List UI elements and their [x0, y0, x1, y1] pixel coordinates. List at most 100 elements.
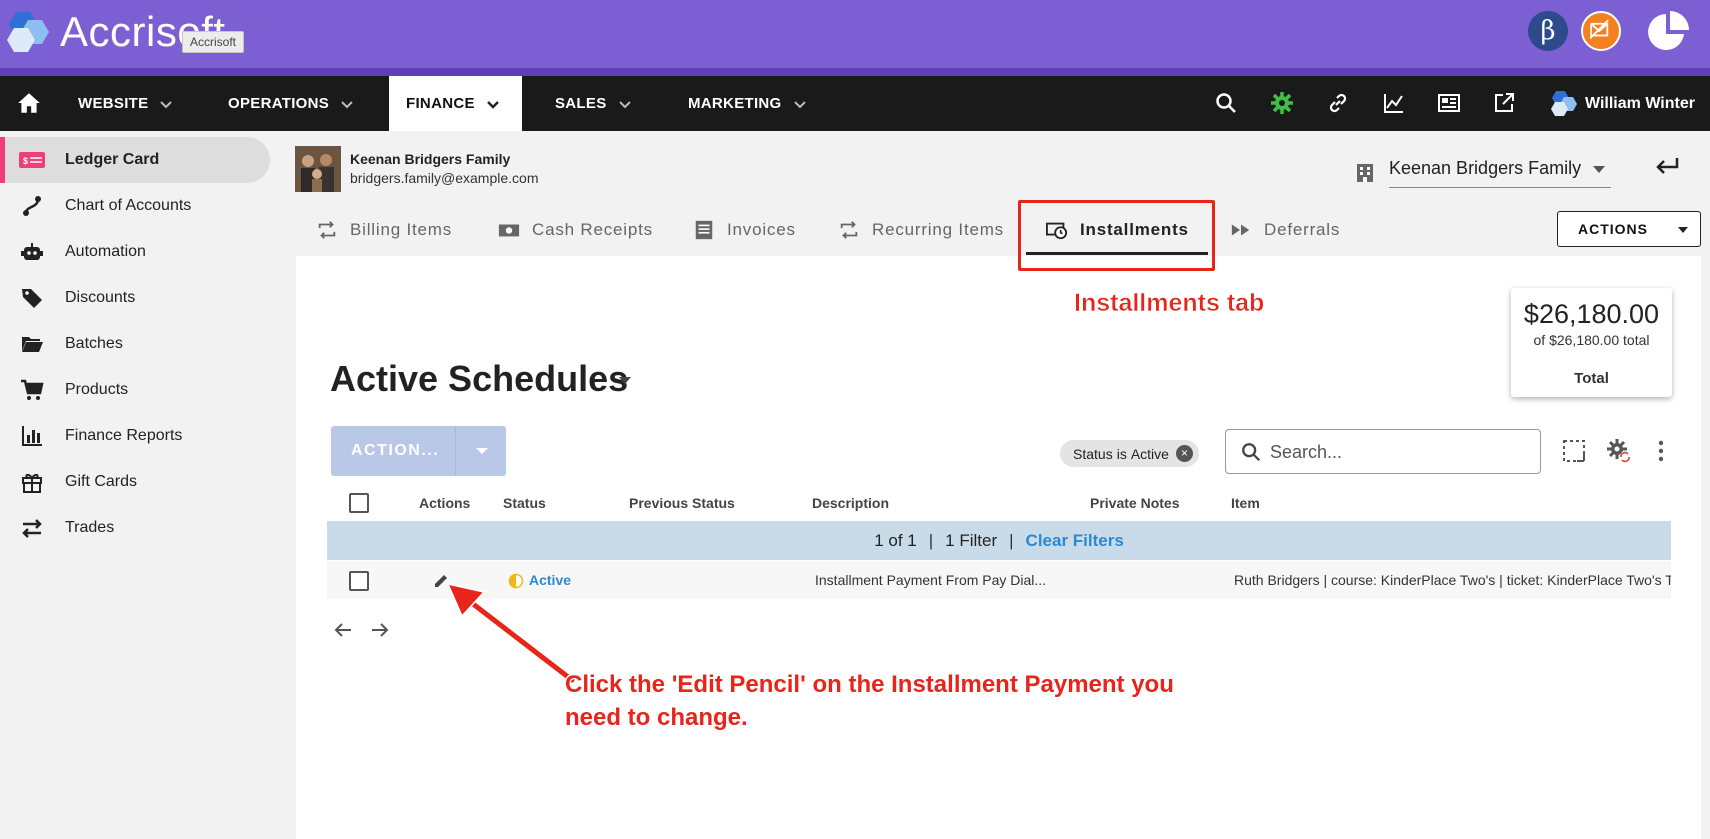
annotation-line-2: need to change. [565, 704, 748, 731]
total-sub: of $26,180.00 total [1533, 332, 1650, 348]
row-description: Installment Payment From Pay Dial... [815, 572, 1047, 588]
annotation-arrow-icon [446, 582, 576, 684]
nav-finance[interactable]: FINANCE [389, 76, 522, 131]
gear-icon[interactable] [1270, 91, 1294, 115]
chevron-down-icon [486, 100, 499, 109]
nav-sales[interactable]: SALES [555, 76, 633, 131]
cart-icon [18, 378, 46, 402]
newspaper-icon[interactable] [1437, 91, 1461, 115]
search-icon [1242, 443, 1261, 462]
status-filter-chip[interactable]: Status is Active × [1060, 440, 1199, 467]
building-icon [1357, 164, 1373, 182]
tab-label: Invoices [727, 220, 796, 239]
separator: | [928, 530, 934, 550]
nav-marketing-label: MARKETING [688, 95, 782, 112]
total-amount: $26,180.00 [1523, 299, 1660, 329]
installments-highlight-box [1018, 200, 1215, 271]
notifications-off-button[interactable] [1581, 11, 1621, 51]
actions-button-label: ACTIONS [1578, 221, 1648, 237]
sidebar-item-ledger-card[interactable]: $ Ledger Card [0, 137, 270, 183]
sidebar-item-batches[interactable]: Batches [0, 321, 270, 367]
arrow-left-icon[interactable] [331, 618, 355, 642]
sidebar-item-chart-of-accounts[interactable]: Chart of Accounts [0, 183, 270, 229]
analytics-icon[interactable] [1382, 91, 1406, 115]
cash-icon [498, 224, 520, 237]
account-email: bridgers.family@example.com [350, 170, 539, 186]
invoice-icon [695, 220, 713, 240]
col-previous-status[interactable]: Previous Status [629, 495, 735, 511]
main-nav: WEBSITE OPERATIONS FINANCE SALES MARKETI… [0, 76, 1710, 131]
sidebar-item-trades[interactable]: Trades [0, 505, 270, 551]
account-select[interactable]: Keenan Bridgers Family [1389, 158, 1611, 188]
col-status[interactable]: Status [503, 495, 546, 511]
sidebar-item-finance-reports[interactable]: Finance Reports [0, 413, 270, 459]
col-item[interactable]: Item [1231, 495, 1260, 511]
sidebar-item-discounts[interactable]: Discounts [0, 275, 270, 321]
brand-bar [0, 0, 1710, 68]
user-avatar-icon[interactable] [1550, 89, 1580, 117]
nav-operations-label: OPERATIONS [228, 95, 330, 112]
nav-sales-label: SALES [555, 95, 607, 112]
tab-label: Recurring Items [872, 220, 1004, 239]
col-actions[interactable]: Actions [419, 495, 470, 511]
accrisoft-logo-icon[interactable] [6, 6, 56, 56]
tab-recurring-items[interactable]: Recurring Items [838, 212, 1004, 248]
sidebar-item-automation[interactable]: Automation [0, 229, 270, 275]
sidebar-item-products[interactable]: Products [0, 367, 270, 413]
home-icon[interactable] [16, 90, 42, 116]
return-icon[interactable] [1654, 155, 1680, 177]
sidebar-item-label: Ledger Card [65, 151, 160, 168]
search-field[interactable] [1225, 429, 1541, 474]
chevron-down-icon [793, 100, 806, 108]
beta-button[interactable]: β [1528, 11, 1568, 51]
tab-billing-items[interactable]: Billing Items [316, 212, 452, 248]
caret-down-icon [1593, 166, 1605, 173]
bulk-action-button[interactable]: ACTION... [331, 426, 506, 476]
more-vert-icon[interactable] [1648, 438, 1674, 464]
sidebar-item-label: Products [65, 381, 129, 398]
nav-operations[interactable]: OPERATIONS [228, 76, 355, 131]
settings-sync-icon[interactable] [1606, 438, 1632, 464]
schedules-title[interactable]: Active Schedules [330, 358, 628, 400]
chip-field: Status [1073, 445, 1113, 462]
clear-filters-link[interactable]: Clear Filters [1026, 531, 1124, 551]
arrow-right-icon[interactable] [368, 618, 392, 642]
external-link-icon[interactable] [1492, 91, 1516, 115]
actions-button[interactable]: ACTIONS [1557, 211, 1701, 247]
robot-icon [18, 240, 46, 264]
close-icon[interactable]: × [1175, 445, 1193, 462]
dashboard-pie-icon[interactable] [1644, 8, 1692, 56]
sidebar-item-gift-cards[interactable]: Gift Cards [0, 459, 270, 505]
ledger-icon: $ [18, 148, 46, 172]
repeat-icon [318, 221, 336, 239]
sidebar: $ Ledger Card Chart of Accounts Automati… [0, 131, 282, 839]
account-select-value: Keenan Bridgers Family [1389, 158, 1582, 178]
select-all-checkbox[interactable] [349, 493, 369, 513]
tab-deferrals[interactable]: Deferrals [1230, 212, 1340, 248]
tab-invoices[interactable]: Invoices [693, 212, 796, 248]
caret-down-icon [1678, 227, 1688, 233]
nav-website[interactable]: WEBSITE [78, 76, 174, 131]
user-name[interactable]: William Winter [1585, 76, 1695, 131]
caret-down-icon[interactable] [476, 448, 488, 454]
nav-website-label: WEBSITE [78, 95, 149, 112]
installments-tab-annotation: Installments tab [1074, 289, 1265, 318]
fast-forward-icon [1231, 224, 1250, 236]
sidebar-item-label: Gift Cards [65, 473, 138, 490]
annotation-line-1: Click the 'Edit Pencil' on the Installme… [565, 671, 1174, 698]
col-private-notes[interactable]: Private Notes [1090, 495, 1179, 511]
bar-chart-icon [18, 424, 46, 448]
tab-label: Deferrals [1264, 220, 1341, 239]
select-area-icon[interactable] [1561, 438, 1587, 464]
caret-down-icon[interactable] [619, 377, 631, 384]
folder-icon [18, 332, 46, 356]
link-icon[interactable] [1326, 91, 1350, 115]
edit-pencil-annotation: Click the 'Edit Pencil' on the Installme… [565, 668, 1174, 734]
tab-cash-receipts[interactable]: Cash Receipts [498, 212, 653, 248]
row-checkbox[interactable] [349, 571, 369, 591]
search-icon[interactable] [1214, 91, 1238, 115]
button-divider [455, 426, 456, 476]
col-description[interactable]: Description [812, 495, 889, 511]
search-input[interactable] [1270, 440, 1525, 464]
nav-marketing[interactable]: MARKETING [688, 76, 808, 131]
